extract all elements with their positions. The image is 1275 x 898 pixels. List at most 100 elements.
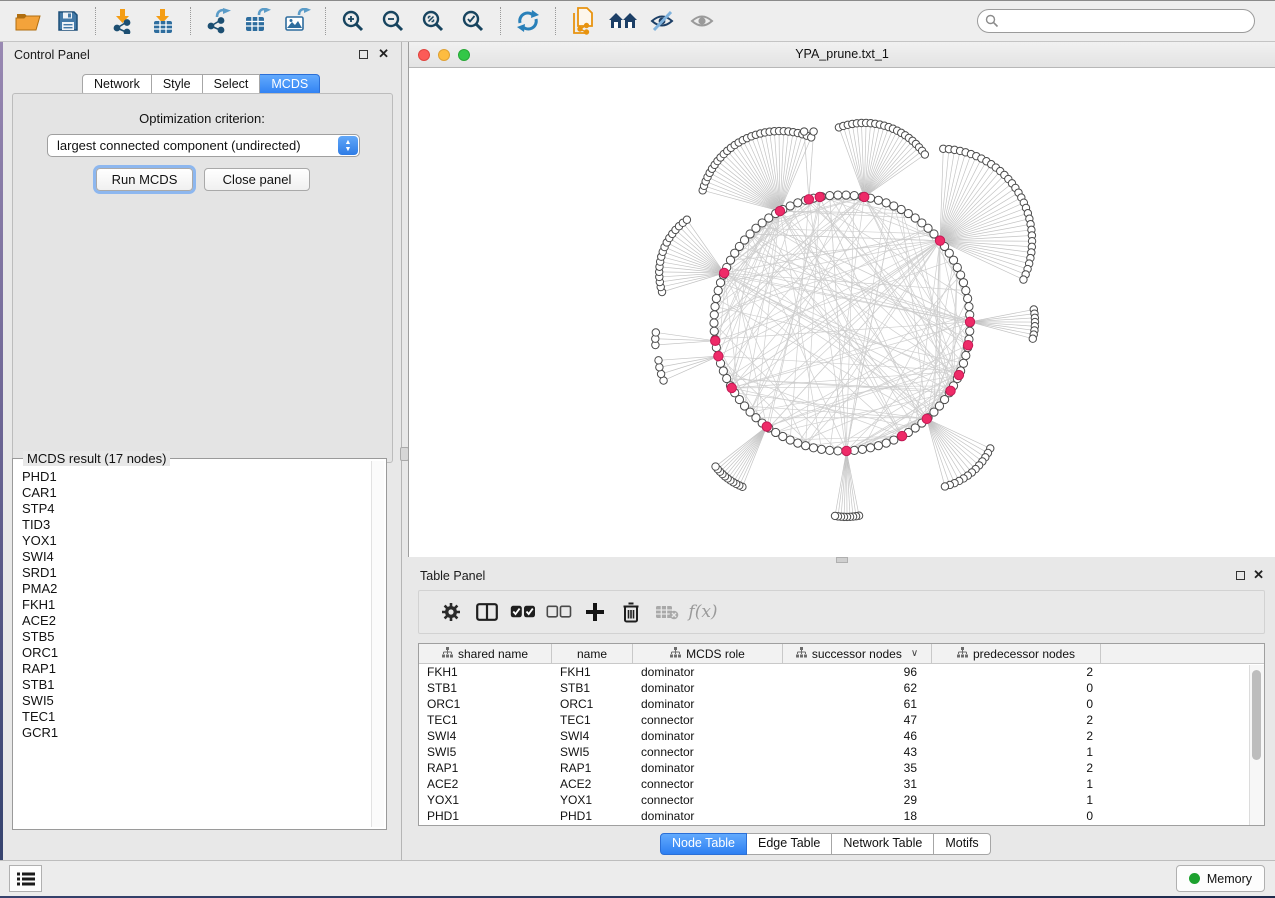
export-image-button[interactable]	[278, 4, 318, 38]
mcds-result-item[interactable]: STP4	[22, 501, 368, 517]
mcds-result-item[interactable]: SWI5	[22, 693, 368, 709]
tab-edge-table[interactable]: Edge Table	[747, 833, 832, 855]
dominator-node[interactable]	[946, 386, 955, 395]
dominator-node[interactable]	[860, 192, 869, 201]
column-header-successor-nodes[interactable]: successor nodes∨	[783, 644, 932, 663]
mcds-result-item[interactable]: SRD1	[22, 565, 368, 581]
mcds-result-item[interactable]: SWI4	[22, 549, 368, 565]
table-scrollbar[interactable]	[1249, 665, 1264, 825]
search-input[interactable]	[977, 9, 1255, 33]
zoom-out-button[interactable]	[373, 4, 413, 38]
dominator-node[interactable]	[762, 422, 771, 431]
mcds-result-item[interactable]: TID3	[22, 517, 368, 533]
network-canvas[interactable]	[409, 68, 1275, 556]
column-header-label: shared name	[458, 647, 528, 661]
dominator-node[interactable]	[727, 383, 736, 392]
table-row[interactable]: SWI5SWI5connector431	[419, 744, 1264, 760]
deselect-all-button[interactable]	[541, 594, 577, 630]
float-panel-icon[interactable]	[359, 50, 368, 59]
zoom-in-button[interactable]	[333, 4, 373, 38]
apply-layout-button[interactable]	[508, 4, 548, 38]
memory-button[interactable]: Memory	[1176, 865, 1265, 892]
column-header-name[interactable]: name	[552, 644, 633, 663]
dominator-node[interactable]	[804, 195, 813, 204]
mcds-result-item[interactable]: GCR1	[22, 725, 368, 741]
table-row[interactable]: SWI4SWI4dominator462	[419, 728, 1264, 744]
select-all-button[interactable]	[505, 594, 541, 630]
column-header-shared-name[interactable]: shared name	[419, 644, 552, 663]
table-row[interactable]: ACE2ACE2connector311	[419, 776, 1264, 792]
create-column-button[interactable]	[577, 594, 613, 630]
dominator-node[interactable]	[719, 268, 728, 277]
table-row[interactable]: PHD1PHD1dominator180	[419, 808, 1264, 824]
mcds-result-item[interactable]: ACE2	[22, 613, 368, 629]
save-session-button[interactable]	[48, 4, 88, 38]
dominator-node[interactable]	[963, 341, 972, 350]
mcds-result-item[interactable]: STB1	[22, 677, 368, 693]
show-all-button[interactable]	[683, 4, 723, 38]
tab-network-table[interactable]: Network Table	[832, 833, 934, 855]
column-header-MCDS-role[interactable]: MCDS role	[633, 644, 783, 663]
dominator-node[interactable]	[922, 414, 931, 423]
mcds-result-item[interactable]: PMA2	[22, 581, 368, 597]
table-cell: SWI4	[552, 728, 633, 744]
clone-network-button[interactable]	[563, 4, 603, 38]
column-header-predecessor-nodes[interactable]: predecessor nodes	[932, 644, 1101, 663]
close-panel-icon[interactable]: ✕	[1253, 567, 1264, 583]
table-row[interactable]: FKH1FKH1dominator962	[419, 664, 1264, 680]
mcds-result-item[interactable]: TEC1	[22, 709, 368, 725]
dominator-node[interactable]	[935, 236, 944, 245]
hide-selected-button[interactable]	[643, 4, 683, 38]
dominator-node[interactable]	[897, 431, 906, 440]
tree-column-icon	[957, 647, 968, 661]
houses-button[interactable]	[603, 4, 643, 38]
table-cell: 2	[932, 712, 1101, 728]
dominator-node[interactable]	[775, 206, 784, 215]
open-file-button[interactable]	[8, 4, 48, 38]
import-table-button[interactable]	[143, 4, 183, 38]
mcds-result-item[interactable]: FKH1	[22, 597, 368, 613]
table-row[interactable]: STB1STB1dominator620	[419, 680, 1264, 696]
mcds-result-item[interactable]: CAR1	[22, 485, 368, 501]
tab-motifs[interactable]: Motifs	[934, 833, 990, 855]
delete-table-button[interactable]	[649, 594, 685, 630]
dominator-node[interactable]	[714, 351, 723, 360]
mcds-result-item[interactable]: ORC1	[22, 645, 368, 661]
mcds-result-scrollbar[interactable]	[371, 461, 384, 827]
zoom-selected-button[interactable]	[453, 4, 493, 38]
table-cell: 46	[783, 728, 932, 744]
delete-column-button[interactable]	[613, 594, 649, 630]
table-row[interactable]: YOX1YOX1connector291	[419, 792, 1264, 808]
table-row[interactable]: RAP1RAP1dominator352	[419, 760, 1264, 776]
import-network-button[interactable]	[103, 4, 143, 38]
table-row[interactable]: TEC1TEC1connector472	[419, 712, 1264, 728]
dominator-node[interactable]	[842, 446, 851, 455]
dominator-node[interactable]	[815, 192, 824, 201]
criterion-dropdown[interactable]: largest connected component (undirected)…	[47, 134, 360, 157]
mcds-result-item[interactable]: STB5	[22, 629, 368, 645]
table-settings-button[interactable]	[433, 594, 469, 630]
table-cell: dominator	[633, 696, 783, 712]
run-mcds-button[interactable]: Run MCDS	[96, 168, 193, 191]
tab-node-table[interactable]: Node Table	[660, 833, 747, 855]
mcds-result-item[interactable]: YOX1	[22, 533, 368, 549]
table-cell: 29	[783, 792, 932, 808]
export-table-button[interactable]	[238, 4, 278, 38]
table-row[interactable]: ORC1ORC1dominator610	[419, 696, 1264, 712]
table-scrollbar-thumb[interactable]	[1252, 670, 1261, 760]
mcds-result-list[interactable]: PHD1CAR1STP4TID3YOX1SWI4SRD1PMA2FKH1ACE2…	[22, 469, 368, 825]
table-cell: STB1	[552, 680, 633, 696]
hide-panels-button[interactable]	[9, 865, 42, 892]
close-panel-icon[interactable]: ✕	[378, 46, 389, 62]
dominator-node[interactable]	[711, 336, 720, 345]
mcds-result-item[interactable]: PHD1	[22, 469, 368, 485]
function-builder-button[interactable]: f(x)	[685, 594, 721, 630]
zoom-fit-button[interactable]	[413, 4, 453, 38]
float-panel-icon[interactable]	[1236, 571, 1245, 580]
export-network-button[interactable]	[198, 4, 238, 38]
show-columns-button[interactable]	[469, 594, 505, 630]
close-panel-button[interactable]: Close panel	[204, 168, 310, 191]
dominator-node[interactable]	[954, 370, 963, 379]
mcds-result-item[interactable]: RAP1	[22, 661, 368, 677]
dominator-node[interactable]	[965, 317, 974, 326]
